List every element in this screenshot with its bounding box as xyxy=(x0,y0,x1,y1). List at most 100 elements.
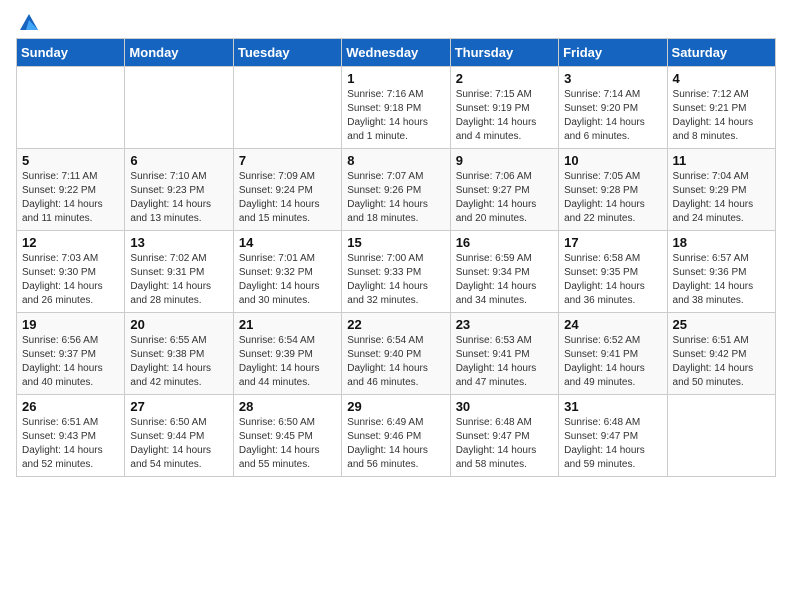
calendar-week-row: 12 Sunrise: 7:03 AM Sunset: 9:30 PM Dayli… xyxy=(17,231,776,313)
day-info: Sunrise: 6:58 AM Sunset: 9:35 PM Dayligh… xyxy=(564,252,661,308)
calendar-cell: 5 Sunrise: 7:11 AM Sunset: 9:22 PM Daylig… xyxy=(17,149,125,231)
day-info: Sunrise: 7:06 AM Sunset: 9:27 PM Dayligh… xyxy=(456,170,553,226)
calendar-cell xyxy=(17,67,125,149)
day-info: Sunrise: 6:48 AM Sunset: 9:47 PM Dayligh… xyxy=(456,416,553,472)
day-info: Sunrise: 7:01 AM Sunset: 9:32 PM Dayligh… xyxy=(239,252,336,308)
day-info: Sunrise: 6:59 AM Sunset: 9:34 PM Dayligh… xyxy=(456,252,553,308)
calendar-cell: 30 Sunrise: 6:48 AM Sunset: 9:47 PM Dayli… xyxy=(450,395,558,477)
calendar-cell: 21 Sunrise: 6:54 AM Sunset: 9:39 PM Dayli… xyxy=(233,313,341,395)
day-number: 26 xyxy=(22,399,119,414)
calendar-cell: 6Sunrise: 7:10 AM Sunset: 9:23 PM Daylig… xyxy=(125,149,233,231)
day-number: 1 xyxy=(347,71,444,86)
day-info: Sunrise: 6:57 AM Sunset: 9:36 PM Dayligh… xyxy=(673,252,770,308)
calendar-cell xyxy=(667,395,775,477)
day-number: 9 xyxy=(456,153,553,168)
day-info: Sunrise: 7:16 AM Sunset: 9:18 PM Dayligh… xyxy=(347,88,444,144)
day-number: 25 xyxy=(673,317,770,332)
day-number: 27 xyxy=(130,399,227,414)
weekday-header-sunday: Sunday xyxy=(17,39,125,67)
calendar-cell: 12 Sunrise: 7:03 AM Sunset: 9:30 PM Dayli… xyxy=(17,231,125,313)
logo xyxy=(16,16,40,26)
logo-icon xyxy=(18,12,40,32)
day-number: 11 xyxy=(673,153,770,168)
day-number: 22 xyxy=(347,317,444,332)
calendar-cell: 8 Sunrise: 7:07 AM Sunset: 9:26 PM Daylig… xyxy=(342,149,450,231)
day-info: Sunrise: 6:50 AM Sunset: 9:44 PM Dayligh… xyxy=(130,416,227,472)
day-info: Sunrise: 6:55 AM Sunset: 9:38 PM Dayligh… xyxy=(130,334,227,390)
day-number: 7 xyxy=(239,153,336,168)
day-number: 30 xyxy=(456,399,553,414)
weekday-header-wednesday: Wednesday xyxy=(342,39,450,67)
day-info: Sunrise: 6:48 AM Sunset: 9:47 PM Dayligh… xyxy=(564,416,661,472)
calendar-cell: 31 Sunrise: 6:48 AM Sunset: 9:47 PM Dayli… xyxy=(559,395,667,477)
day-number: 17 xyxy=(564,235,661,250)
day-number: 12 xyxy=(22,235,119,250)
calendar-cell: 4 Sunrise: 7:12 AM Sunset: 9:21 PM Daylig… xyxy=(667,67,775,149)
calendar-cell: 15 Sunrise: 7:00 AM Sunset: 9:33 PM Dayli… xyxy=(342,231,450,313)
calendar-week-row: 1 Sunrise: 7:16 AM Sunset: 9:18 PM Daylig… xyxy=(17,67,776,149)
day-info: Sunrise: 7:00 AM Sunset: 9:33 PM Dayligh… xyxy=(347,252,444,308)
day-number: 24 xyxy=(564,317,661,332)
day-number: 2 xyxy=(456,71,553,86)
page-header xyxy=(16,16,776,26)
day-info: Sunrise: 7:12 AM Sunset: 9:21 PM Dayligh… xyxy=(673,88,770,144)
calendar-cell: 19 Sunrise: 6:56 AM Sunset: 9:37 PM Dayli… xyxy=(17,313,125,395)
day-number: 14 xyxy=(239,235,336,250)
calendar-cell: 3Sunrise: 7:14 AM Sunset: 9:20 PM Daylig… xyxy=(559,67,667,149)
day-info: Sunrise: 6:51 AM Sunset: 9:43 PM Dayligh… xyxy=(22,416,119,472)
day-number: 23 xyxy=(456,317,553,332)
weekday-header-friday: Friday xyxy=(559,39,667,67)
day-info: Sunrise: 7:03 AM Sunset: 9:30 PM Dayligh… xyxy=(22,252,119,308)
calendar-table: SundayMondayTuesdayWednesdayThursdayFrid… xyxy=(16,38,776,477)
day-number: 29 xyxy=(347,399,444,414)
calendar-cell xyxy=(233,67,341,149)
day-number: 18 xyxy=(673,235,770,250)
calendar-cell: 10 Sunrise: 7:05 AM Sunset: 9:28 PM Dayli… xyxy=(559,149,667,231)
calendar-cell xyxy=(125,67,233,149)
calendar-cell: 22 Sunrise: 6:54 AM Sunset: 9:40 PM Dayli… xyxy=(342,313,450,395)
calendar-cell: 16 Sunrise: 6:59 AM Sunset: 9:34 PM Dayli… xyxy=(450,231,558,313)
calendar-cell: 23Sunrise: 6:53 AM Sunset: 9:41 PM Dayli… xyxy=(450,313,558,395)
calendar-week-row: 26 Sunrise: 6:51 AM Sunset: 9:43 PM Dayli… xyxy=(17,395,776,477)
day-info: Sunrise: 6:50 AM Sunset: 9:45 PM Dayligh… xyxy=(239,416,336,472)
day-number: 28 xyxy=(239,399,336,414)
day-number: 8 xyxy=(347,153,444,168)
day-number: 16 xyxy=(456,235,553,250)
day-info: Sunrise: 7:10 AM Sunset: 9:23 PM Dayligh… xyxy=(130,170,227,226)
weekday-header-saturday: Saturday xyxy=(667,39,775,67)
day-info: Sunrise: 7:15 AM Sunset: 9:19 PM Dayligh… xyxy=(456,88,553,144)
day-info: Sunrise: 6:54 AM Sunset: 9:40 PM Dayligh… xyxy=(347,334,444,390)
calendar-cell: 18 Sunrise: 6:57 AM Sunset: 9:36 PM Dayli… xyxy=(667,231,775,313)
day-number: 21 xyxy=(239,317,336,332)
day-info: Sunrise: 6:52 AM Sunset: 9:41 PM Dayligh… xyxy=(564,334,661,390)
day-info: Sunrise: 7:04 AM Sunset: 9:29 PM Dayligh… xyxy=(673,170,770,226)
day-number: 20 xyxy=(130,317,227,332)
day-info: Sunrise: 7:07 AM Sunset: 9:26 PM Dayligh… xyxy=(347,170,444,226)
day-info: Sunrise: 7:02 AM Sunset: 9:31 PM Dayligh… xyxy=(130,252,227,308)
day-info: Sunrise: 7:05 AM Sunset: 9:28 PM Dayligh… xyxy=(564,170,661,226)
calendar-week-row: 19 Sunrise: 6:56 AM Sunset: 9:37 PM Dayli… xyxy=(17,313,776,395)
day-number: 3 xyxy=(564,71,661,86)
day-number: 19 xyxy=(22,317,119,332)
calendar-cell: 24 Sunrise: 6:52 AM Sunset: 9:41 PM Dayli… xyxy=(559,313,667,395)
calendar-cell: 28 Sunrise: 6:50 AM Sunset: 9:45 PM Dayli… xyxy=(233,395,341,477)
calendar-week-row: 5 Sunrise: 7:11 AM Sunset: 9:22 PM Daylig… xyxy=(17,149,776,231)
calendar-cell: 20 Sunrise: 6:55 AM Sunset: 9:38 PM Dayli… xyxy=(125,313,233,395)
calendar-cell: 11 Sunrise: 7:04 AM Sunset: 9:29 PM Dayli… xyxy=(667,149,775,231)
day-number: 4 xyxy=(673,71,770,86)
day-info: Sunrise: 6:51 AM Sunset: 9:42 PM Dayligh… xyxy=(673,334,770,390)
calendar-cell: 17 Sunrise: 6:58 AM Sunset: 9:35 PM Dayli… xyxy=(559,231,667,313)
day-info: Sunrise: 7:11 AM Sunset: 9:22 PM Dayligh… xyxy=(22,170,119,226)
day-number: 15 xyxy=(347,235,444,250)
weekday-header-tuesday: Tuesday xyxy=(233,39,341,67)
calendar-cell: 1 Sunrise: 7:16 AM Sunset: 9:18 PM Daylig… xyxy=(342,67,450,149)
calendar-cell: 14 Sunrise: 7:01 AM Sunset: 9:32 PM Dayli… xyxy=(233,231,341,313)
day-info: Sunrise: 6:54 AM Sunset: 9:39 PM Dayligh… xyxy=(239,334,336,390)
calendar-cell: 13Sunrise: 7:02 AM Sunset: 9:31 PM Dayli… xyxy=(125,231,233,313)
day-number: 10 xyxy=(564,153,661,168)
calendar-cell: 29 Sunrise: 6:49 AM Sunset: 9:46 PM Dayli… xyxy=(342,395,450,477)
day-info: Sunrise: 6:56 AM Sunset: 9:37 PM Dayligh… xyxy=(22,334,119,390)
day-number: 31 xyxy=(564,399,661,414)
day-number: 5 xyxy=(22,153,119,168)
day-info: Sunrise: 6:49 AM Sunset: 9:46 PM Dayligh… xyxy=(347,416,444,472)
